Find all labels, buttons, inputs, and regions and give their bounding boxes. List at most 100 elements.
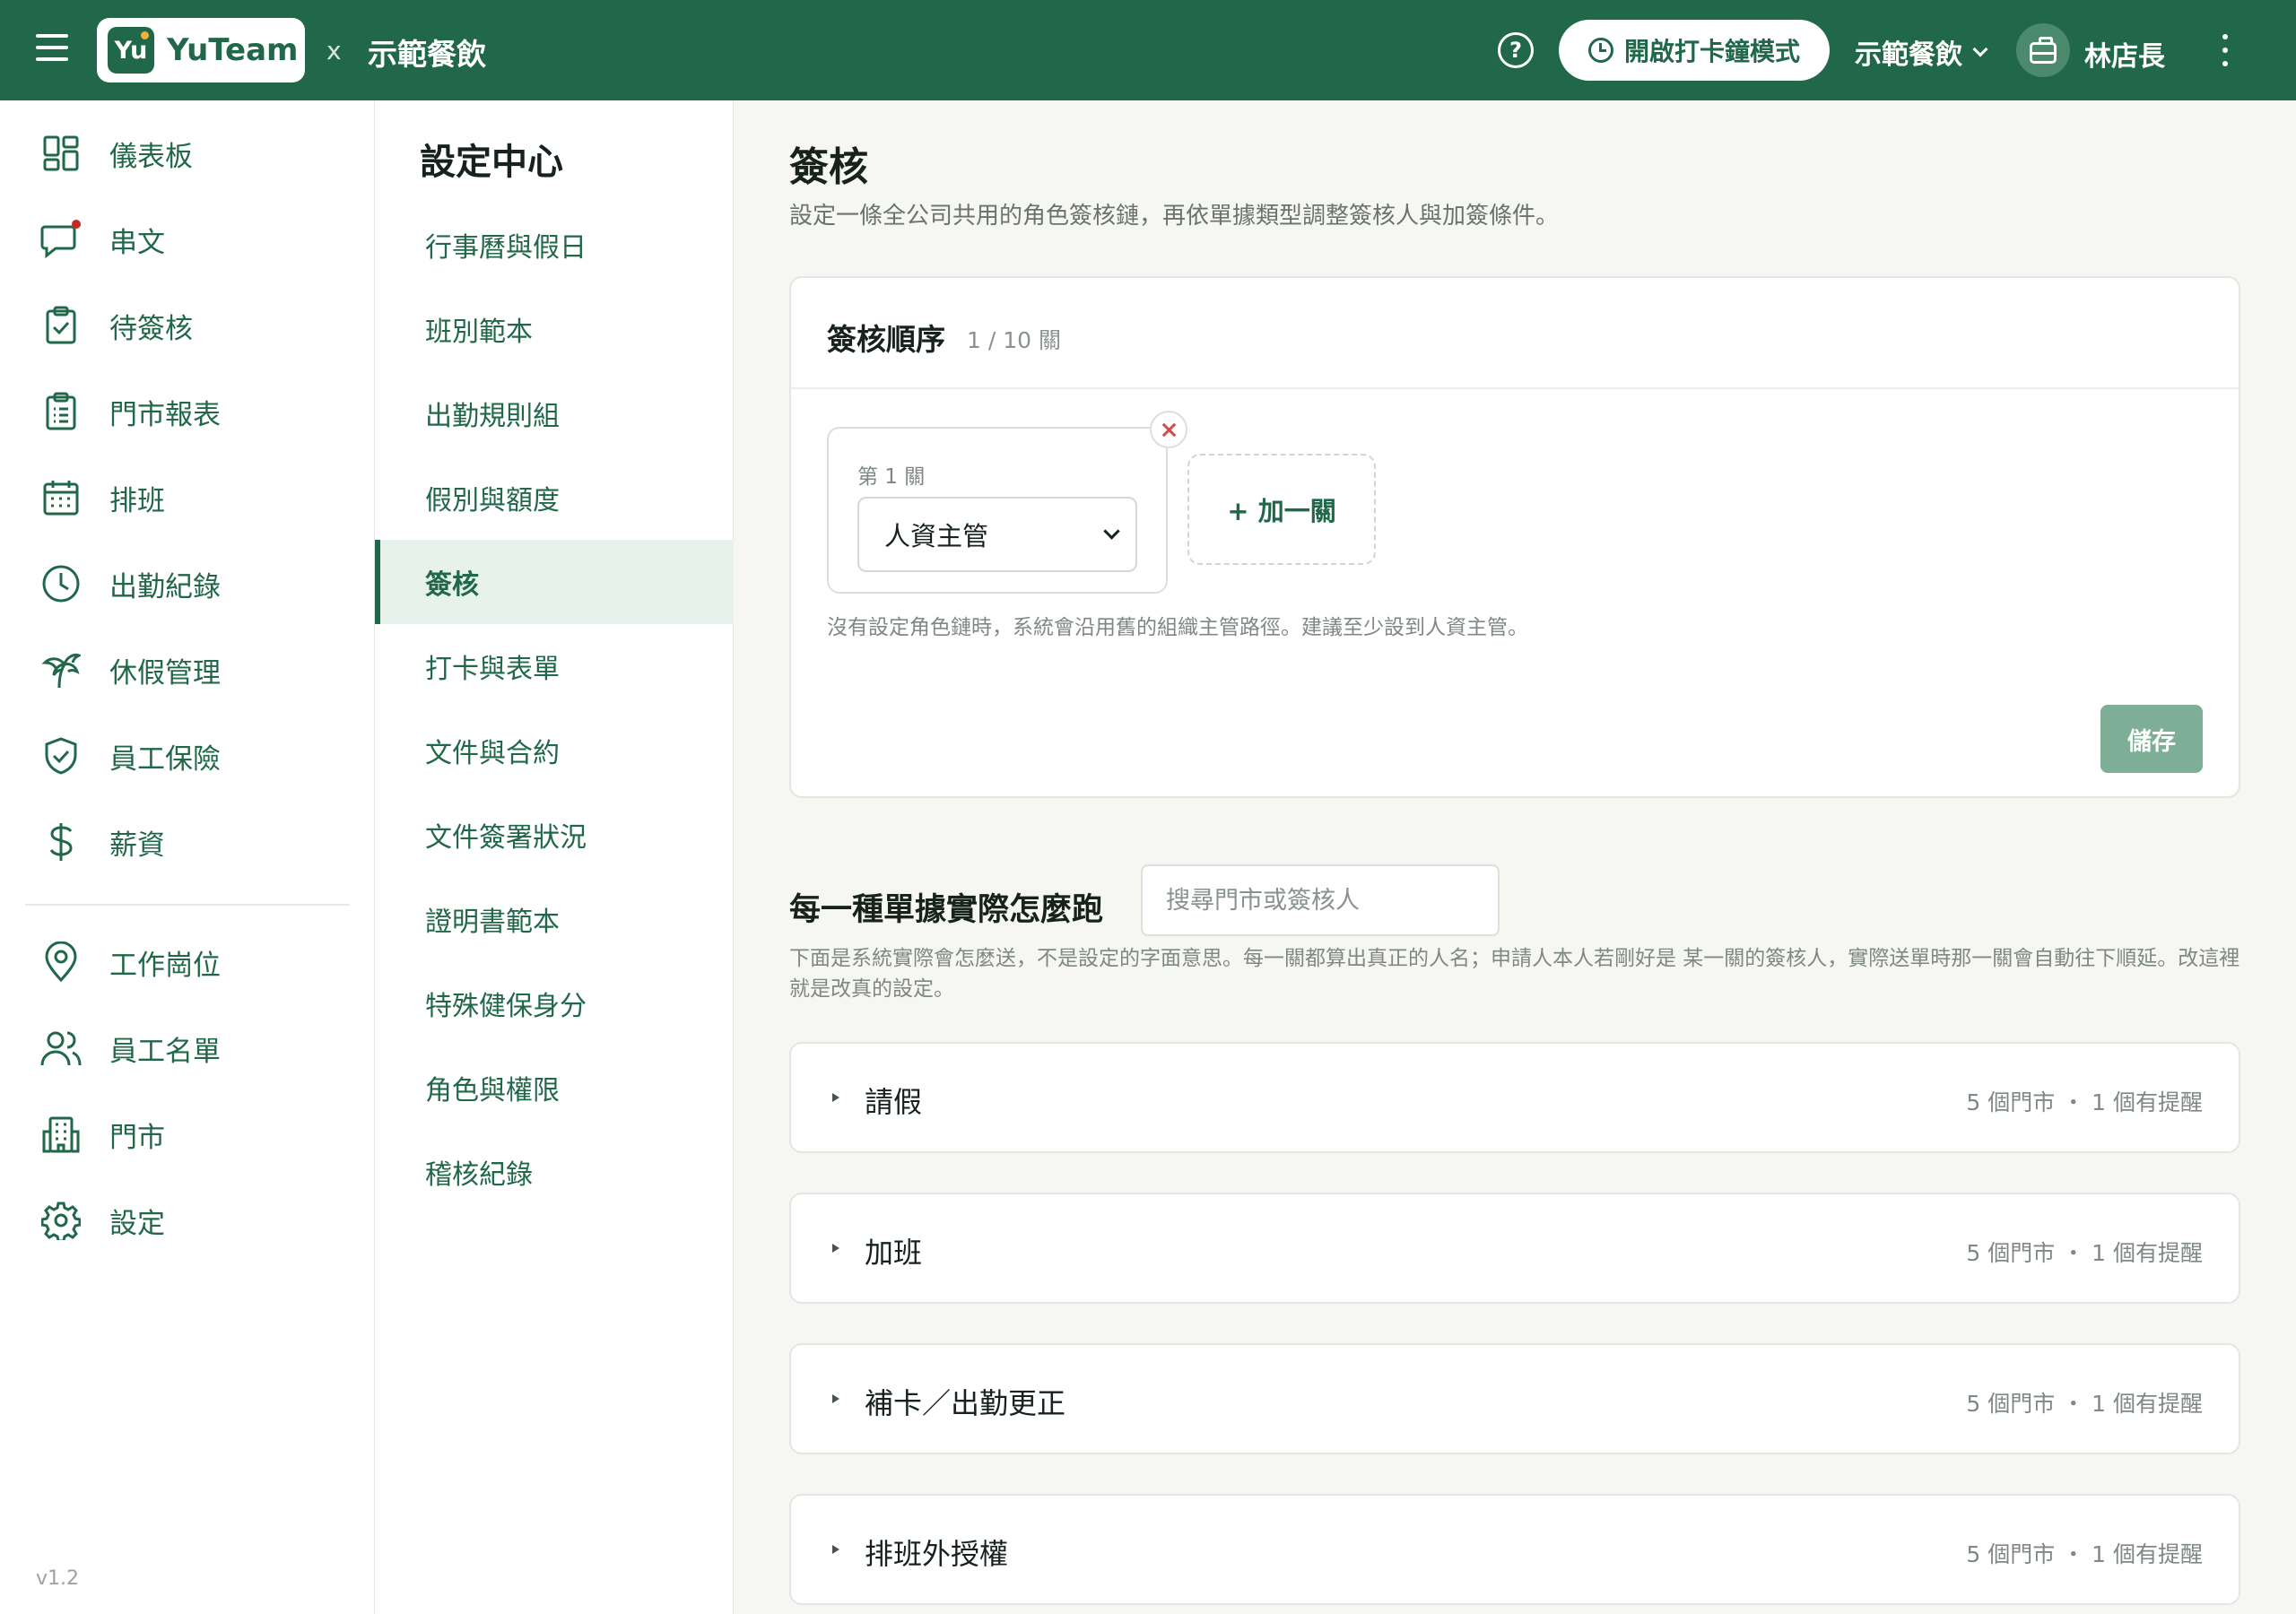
version-label: v1.2 <box>36 1567 80 1590</box>
brand-logo[interactable]: Yu YuTeam <box>97 18 305 82</box>
doc-type-row-overtime[interactable]: 加班 5 個門市 ・ 1 個有提醒 <box>789 1193 2240 1304</box>
sidebar-item-leave[interactable]: 休假管理 <box>0 629 375 710</box>
settings-item-audit-log[interactable]: 稽核紀錄 <box>375 1130 734 1214</box>
sidebar-item-schedule[interactable]: 排班 <box>0 457 375 538</box>
settings-item-roles[interactable]: 角色與權限 <box>375 1046 734 1130</box>
brand-name: YuTeam <box>167 32 299 68</box>
page-subtitle: 設定一條全公司共用的角色簽核鏈，再依單據類型調整簽核人與加簽條件。 <box>789 203 1560 230</box>
sidebar-item-stores[interactable]: 門市 <box>0 1094 375 1175</box>
doc-type-meta: 5 個門市 ・ 1 個有提醒 <box>1966 1089 2203 1115</box>
chevron-down-icon <box>1972 41 1988 57</box>
sidebar-item-employees[interactable]: 員工名單 <box>0 1008 375 1089</box>
settings-title: 設定中心 <box>420 142 563 183</box>
approval-step-label: 第 1 關 <box>857 465 926 489</box>
doc-type-meta: 5 個門市 ・ 1 個有提醒 <box>1966 1240 2203 1266</box>
settings-item-health-insurance[interactable]: 特殊健保身分 <box>375 961 734 1046</box>
gear-icon <box>39 1199 83 1242</box>
brand-mark: Yu <box>108 27 154 74</box>
company-name: 示範餐飲 <box>368 37 486 72</box>
settings-item-punch-forms[interactable]: 打卡與表單 <box>375 624 734 708</box>
settings-menu: 設定中心 行事曆與假日 班別範本 出勤規則組 假別與額度 簽核 打卡與表單 文件… <box>375 100 734 1614</box>
user-name[interactable]: 林店長 <box>2084 34 2165 74</box>
sidebar-item-label: 員工保險 <box>109 742 221 776</box>
more-options-icon[interactable] <box>2219 34 2231 66</box>
dashboard-grid-icon <box>39 132 83 175</box>
clock-icon <box>1587 38 1613 63</box>
doc-type-name: 請假 <box>865 1085 923 1119</box>
settings-item-approval[interactable]: 簽核 <box>375 540 734 624</box>
remove-step-close-icon[interactable] <box>1150 411 1187 448</box>
flow-section-title: 每一種單據實際怎麼跑 <box>789 892 1104 928</box>
sidebar-item-label: 儀表板 <box>109 140 193 173</box>
dollar-icon <box>39 820 83 863</box>
sidebar-divider <box>25 904 350 906</box>
doc-type-name: 加班 <box>865 1236 923 1270</box>
brand-separator: x <box>326 36 342 65</box>
sidebar-item-label: 工作崗位 <box>109 949 221 982</box>
caret-right-icon <box>832 1545 839 1554</box>
doc-type-name: 補卡／出勤更正 <box>865 1386 1066 1420</box>
settings-item-certificates[interactable]: 證明書範本 <box>375 877 734 961</box>
settings-item-shift-templates[interactable]: 班別範本 <box>375 287 734 371</box>
sidebar-item-attendance[interactable]: 出勤紀錄 <box>0 543 375 624</box>
chat-bubble-icon <box>39 218 83 261</box>
map-pin-icon <box>39 941 83 984</box>
flow-section-description: 下面是系統實際會怎麼送，不是設定的字面意思。每一關都算出真正的人名；申請人本人若… <box>789 947 2240 1001</box>
approval-chain-title: 簽核順序 <box>827 322 945 357</box>
settings-item-calendar[interactable]: 行事曆與假日 <box>375 203 734 287</box>
doc-type-row-off-schedule[interactable]: 排班外授權 5 個門市 ・ 1 個有提醒 <box>789 1494 2240 1605</box>
shield-check-icon <box>39 734 83 777</box>
palm-tree-icon <box>39 648 83 691</box>
caret-right-icon <box>832 1244 839 1253</box>
sidebar-item-pending-approval[interactable]: 待簽核 <box>0 285 375 366</box>
clipboard-list-icon <box>39 390 83 433</box>
store-approver-search-input[interactable] <box>1141 864 1500 936</box>
sidebar-item-label: 休假管理 <box>109 656 221 690</box>
doc-type-meta: 5 個門市 ・ 1 個有提醒 <box>1966 1541 2203 1567</box>
sidebar-item-settings[interactable]: 設定 <box>0 1180 375 1261</box>
approval-step-role-select[interactable]: 人資主管 <box>857 497 1137 572</box>
sidebar-item-label: 待簽核 <box>109 312 193 345</box>
doc-type-row-leave[interactable]: 請假 5 個門市 ・ 1 個有提醒 <box>789 1042 2240 1153</box>
sidebar-item-insurance[interactable]: 員工保險 <box>0 716 375 796</box>
settings-item-documents[interactable]: 文件與合約 <box>375 708 734 793</box>
sidebar-item-label: 門市報表 <box>109 398 221 431</box>
sidebar-item-label: 串文 <box>109 226 165 259</box>
clipboard-check-icon <box>39 304 83 347</box>
sidebar-item-label: 員工名單 <box>109 1035 221 1068</box>
save-button[interactable]: 儲存 <box>2100 705 2203 773</box>
top-bar: Yu YuTeam x 示範餐飲 ? 開啟打卡鐘模式 示範餐飲 林店長 <box>0 0 2296 100</box>
sidebar-item-positions[interactable]: 工作崗位 <box>0 922 375 1002</box>
sidebar-item-dashboard[interactable]: 儀表板 <box>0 113 375 194</box>
users-icon <box>39 1027 83 1070</box>
doc-type-row-punch-correction[interactable]: 補卡／出勤更正 5 個門市 ・ 1 個有提醒 <box>789 1343 2240 1454</box>
page-title: 簽核 <box>789 144 868 190</box>
sidebar-item-payroll[interactable]: 薪資 <box>0 802 375 882</box>
sidebar-item-posts[interactable]: 串文 <box>0 199 375 280</box>
settings-item-leave-types[interactable]: 假別與額度 <box>375 456 734 540</box>
sidebar-item-label: 設定 <box>109 1207 165 1240</box>
help-icon[interactable]: ? <box>1498 32 1534 68</box>
sidebar-item-store-report[interactable]: 門市報表 <box>0 371 375 452</box>
clock-icon <box>39 562 83 605</box>
caret-right-icon <box>832 1394 839 1403</box>
main-content: 簽核 設定一條全公司共用的角色簽核鏈，再依單據類型調整簽核人與加簽條件。 簽核順… <box>734 100 2296 1614</box>
doc-type-name: 排班外授權 <box>865 1537 1009 1571</box>
settings-item-signing-status[interactable]: 文件簽署狀況 <box>375 793 734 877</box>
doc-type-meta: 5 個門市 ・ 1 個有提醒 <box>1966 1391 2203 1417</box>
sidebar-item-label: 出勤紀錄 <box>109 570 221 603</box>
hamburger-menu-icon[interactable] <box>36 34 68 61</box>
calendar-icon <box>39 476 83 519</box>
chevron-down-icon <box>1103 523 1120 540</box>
sidebar-item-label: 門市 <box>109 1121 165 1154</box>
add-step-button[interactable]: + 加一關 <box>1187 454 1376 565</box>
avatar[interactable] <box>2016 23 2070 77</box>
building-icon <box>39 1113 83 1156</box>
caret-right-icon <box>832 1093 839 1102</box>
sidebar: 儀表板 串文 待簽核 門市報表 排班 出勤紀錄 休假管理 員工保險 薪資 工作崗… <box>0 100 375 1614</box>
clock-mode-button[interactable]: 開啟打卡鐘模式 <box>1559 20 1830 81</box>
store-switcher[interactable]: 示範餐飲 <box>1855 32 1988 72</box>
settings-item-attendance-rules[interactable]: 出勤規則組 <box>375 371 734 456</box>
approval-chain-card: 簽核順序 1 / 10 關 第 1 關 人資主管 + 加一關 沒有設定角色鏈時，… <box>789 276 2240 798</box>
briefcase-icon <box>2030 36 2057 64</box>
